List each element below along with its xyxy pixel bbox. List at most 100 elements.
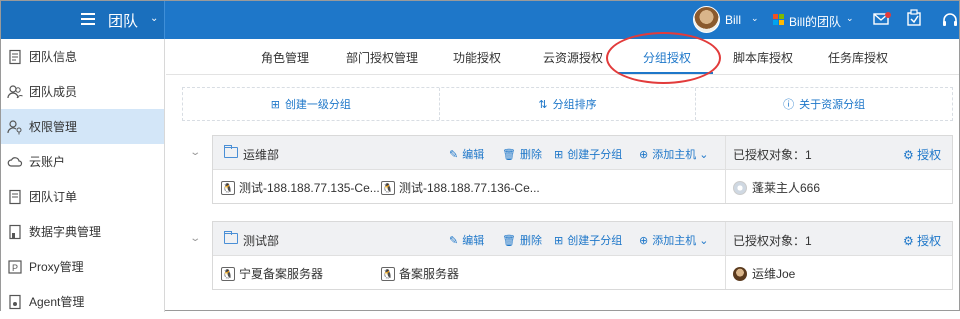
proxy-icon: P — [8, 259, 22, 274]
svg-text:P: P — [12, 263, 18, 273]
avatar[interactable] — [693, 6, 720, 33]
delete-button[interactable]: 🗑 删除 — [502, 232, 542, 248]
sort-icon: ⇅ — [538, 98, 548, 111]
authorize-button[interactable]: ⚙ 授权 — [903, 146, 941, 163]
sidebar-item-cloud-account[interactable]: 云账户 — [1, 144, 164, 179]
sidebar-item-proxy[interactable]: P Proxy管理 — [1, 249, 164, 284]
folder-plus-icon: ⊞ — [554, 149, 564, 161]
card-divider — [725, 222, 726, 289]
plus-circle-icon: ⊕ — [639, 149, 649, 161]
create-top-group-label: 创建一级分组 — [284, 99, 351, 111]
sidebar-item-label: 团队信息 — [29, 50, 78, 64]
authorized-member[interactable]: 蓬莱主人666 — [733, 179, 820, 196]
permission-tabs: 角色管理 部门授权管理 功能授权 云资源授权 分组授权 脚本库授权 任务库授权 — [166, 39, 959, 75]
sidebar-item-label: 团队订单 — [29, 190, 78, 204]
document-icon — [9, 49, 21, 64]
mail-icon[interactable] — [873, 12, 891, 26]
authorize-button[interactable]: ⚙ 授权 — [903, 232, 941, 249]
task-check-icon[interactable] — [906, 9, 924, 27]
tab-task-library-auth[interactable]: 任务库授权 — [828, 49, 888, 66]
add-host-button[interactable]: ⊕ 添加主机 ⌄ — [639, 232, 709, 248]
tab-department-auth[interactable]: 部门授权管理 — [346, 49, 418, 66]
sidebar-item-data-dictionary[interactable]: 数据字典管理 — [1, 214, 164, 249]
gear-icon: ⚙ — [903, 148, 914, 162]
host-item[interactable]: 🐧 宁夏备案服务器 — [221, 265, 323, 282]
org-switcher[interactable]: Bill的团队 — [789, 13, 841, 30]
chevron-down-icon[interactable]: ⌄ — [751, 13, 759, 24]
book-icon — [9, 224, 21, 239]
linux-host-icon: 🐧 — [381, 266, 395, 281]
top-bar: 团队 ⌄ Bill ⌄ Bill的团队 ⌄ — [1, 1, 959, 39]
avatar — [733, 180, 747, 195]
edit-button[interactable]: ✎ 编辑 — [449, 146, 484, 162]
create-child-group-button[interactable]: ⊞ 创建子分组 — [554, 146, 622, 162]
sidebar-item-label: 云账户 — [29, 155, 66, 169]
avatar — [733, 266, 747, 281]
headset-icon[interactable] — [941, 11, 959, 29]
group-card-header: 测试部 ✎ 编辑 🗑 删除 ⊞ 创建子分组 ⊕ 添加主机 ⌄ 已授权对象：1 ⚙ 授权 — [213, 222, 952, 256]
plus-circle-icon: ⊕ — [639, 235, 649, 247]
folder-plus-icon: ⊞ — [270, 98, 280, 111]
authorized-count: 已授权对象：1 — [733, 234, 812, 248]
agent-icon — [9, 294, 21, 309]
edit-icon: ✎ — [449, 149, 459, 161]
tab-role-management[interactable]: 角色管理 — [261, 49, 309, 66]
authorized-count: 已授权对象：1 — [733, 148, 812, 162]
sidebar-item-label: 权限管理 — [29, 120, 78, 134]
tab-cloud-resource-auth[interactable]: 云资源授权 — [543, 49, 603, 66]
team-title[interactable]: 团队 — [108, 10, 138, 31]
sidebar-item-team-members[interactable]: 团队成员 — [1, 74, 164, 109]
sort-groups-button[interactable]: ⇅ 分组排序 — [440, 88, 697, 120]
folder-icon — [224, 231, 238, 244]
sidebar-item-permissions[interactable]: 权限管理 — [1, 109, 164, 144]
edit-button[interactable]: ✎ 编辑 — [449, 232, 484, 248]
delete-button[interactable]: 🗑 删除 — [502, 146, 542, 162]
receipt-icon — [9, 189, 21, 204]
card-divider — [725, 136, 726, 203]
user-key-icon — [7, 119, 22, 134]
sidebar-item-label: Agent管理 — [29, 295, 85, 309]
chevron-down-icon[interactable]: ⌄ — [150, 13, 158, 24]
host-item[interactable]: 🐧 备案服务器 — [381, 265, 459, 282]
linux-host-icon: 🐧 — [221, 180, 235, 195]
sidebar-item-label: Proxy管理 — [29, 260, 84, 274]
host-name: 备案服务器 — [399, 267, 460, 281]
about-resource-groups-button[interactable]: ⓘ 关于资源分组 — [696, 88, 952, 120]
tab-function-auth[interactable]: 功能授权 — [453, 49, 501, 66]
cloud-icon — [7, 156, 23, 167]
sidebar-item-team-info[interactable]: 团队信息 — [1, 39, 164, 74]
menu-icon[interactable] — [81, 13, 95, 25]
authorized-member[interactable]: 运维Joe — [733, 265, 795, 282]
trash-icon: 🗑 — [502, 149, 516, 161]
host-name: 测试-188.188.77.135-Ce... — [239, 181, 380, 195]
about-resource-groups-label: 关于资源分组 — [799, 99, 866, 111]
sidebar-item-team-orders[interactable]: 团队订单 — [1, 179, 164, 214]
group-name: 运维部 — [243, 148, 280, 162]
create-top-group-button[interactable]: ⊞ 创建一级分组 — [183, 88, 440, 120]
create-child-group-button[interactable]: ⊞ 创建子分组 — [554, 232, 622, 248]
user-name[interactable]: Bill — [725, 13, 741, 27]
add-host-button[interactable]: ⊕ 添加主机 ⌄ — [639, 146, 709, 162]
group-card: 测试部 ✎ 编辑 🗑 删除 ⊞ 创建子分组 ⊕ 添加主机 ⌄ 已授权对象：1 ⚙ 授权 … — [212, 221, 953, 290]
users-icon — [7, 84, 23, 98]
tab-script-library-auth[interactable]: 脚本库授权 — [733, 49, 793, 66]
host-item[interactable]: 🐧 测试-188.188.77.135-Ce... — [221, 179, 380, 196]
member-name: 蓬莱主人666 — [752, 181, 821, 195]
chevron-down-icon[interactable]: ⌄ — [189, 233, 201, 244]
sidebar: 团队信息 团队成员 权限管理 云账户 团队订单 数据字典管理 P Proxy管理… — [1, 39, 165, 312]
chevron-down-icon[interactable]: ⌄ — [189, 147, 201, 158]
group-action-bar: ⊞ 创建一级分组 ⇅ 分组排序 ⓘ 关于资源分组 — [182, 87, 953, 121]
brand-area: 团队 ⌄ — [1, 1, 165, 39]
info-icon: ⓘ — [783, 99, 795, 111]
sidebar-item-agent[interactable]: Agent管理 — [1, 284, 164, 319]
chevron-down-icon[interactable]: ⌄ — [846, 13, 854, 24]
sidebar-item-label: 数据字典管理 — [29, 225, 102, 239]
group-card-header: 运维部 ✎ 编辑 🗑 删除 ⊞ 创建子分组 ⊕ 添加主机 ⌄ 已授权对象：1 ⚙ 授权 — [213, 136, 952, 170]
gear-icon: ⚙ — [903, 234, 914, 248]
edit-icon: ✎ — [449, 235, 459, 247]
host-item[interactable]: 🐧 测试-188.188.77.136-Ce... — [381, 179, 540, 196]
sidebar-item-label: 团队成员 — [29, 85, 78, 99]
linux-host-icon: 🐧 — [221, 266, 235, 281]
highlight-circle — [606, 32, 721, 84]
linux-host-icon: 🐧 — [381, 180, 395, 195]
